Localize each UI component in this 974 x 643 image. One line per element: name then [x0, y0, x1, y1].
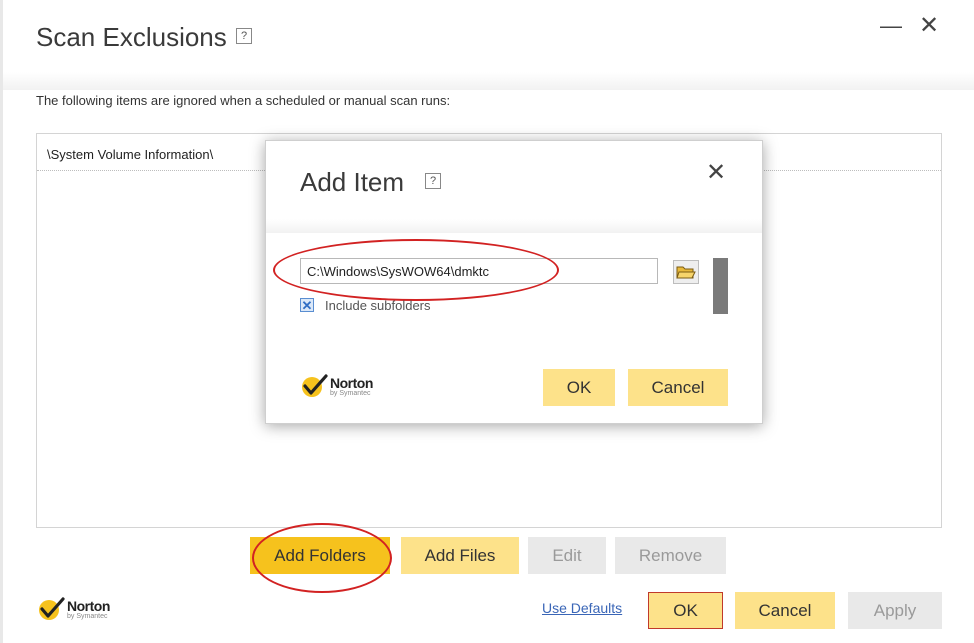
add-folders-button[interactable]: Add Folders [250, 537, 390, 574]
dialog-cancel-button[interactable]: Cancel [628, 369, 728, 406]
norton-check-icon [39, 597, 65, 620]
include-subfolders-label: Include subfolders [325, 298, 431, 313]
add-item-dialog: Add Item ? ✕ ✕ Include subfolders Norton… [265, 140, 763, 424]
use-defaults-link[interactable]: Use Defaults [542, 600, 622, 616]
scrollbar-thumb[interactable] [713, 258, 728, 314]
path-input[interactable] [300, 258, 658, 284]
apply-button: Apply [848, 592, 942, 629]
open-folder-icon [676, 266, 696, 279]
dialog-help-icon[interactable]: ? [425, 173, 441, 189]
header-separator [3, 72, 974, 90]
list-item[interactable]: \System Volume Information\ [47, 147, 213, 162]
remove-button: Remove [615, 537, 726, 574]
edit-button: Edit [528, 537, 606, 574]
dialog-close-icon[interactable]: ✕ [706, 158, 726, 187]
dialog-title: Add Item [300, 167, 405, 197]
help-icon[interactable]: ? [236, 28, 252, 44]
ok-button[interactable]: OK [648, 592, 723, 629]
brand-name: Norton [67, 597, 110, 614]
norton-logo: Norton by Symantec [36, 596, 110, 622]
brand-sub: by Symantec [330, 389, 371, 397]
brand-name: Norton [330, 374, 373, 391]
browse-folder-button[interactable] [673, 260, 699, 284]
add-files-button[interactable]: Add Files [401, 537, 519, 574]
dialog-header-separator [266, 219, 762, 233]
dialog-norton-logo: Norton by Symantec [299, 373, 373, 399]
left-edge-strip [0, 0, 3, 643]
brand-sub: by Symantec [67, 612, 108, 620]
norton-check-icon [302, 374, 328, 397]
dialog-ok-button[interactable]: OK [543, 369, 615, 406]
close-icon[interactable]: ✕ [919, 11, 939, 40]
page-title: Scan Exclusions [36, 22, 227, 52]
include-subfolders-checkbox[interactable]: ✕ [300, 298, 314, 312]
minimize-icon[interactable]: — [880, 13, 902, 39]
description-text: The following items are ignored when a s… [36, 93, 451, 108]
cancel-button[interactable]: Cancel [735, 592, 835, 629]
